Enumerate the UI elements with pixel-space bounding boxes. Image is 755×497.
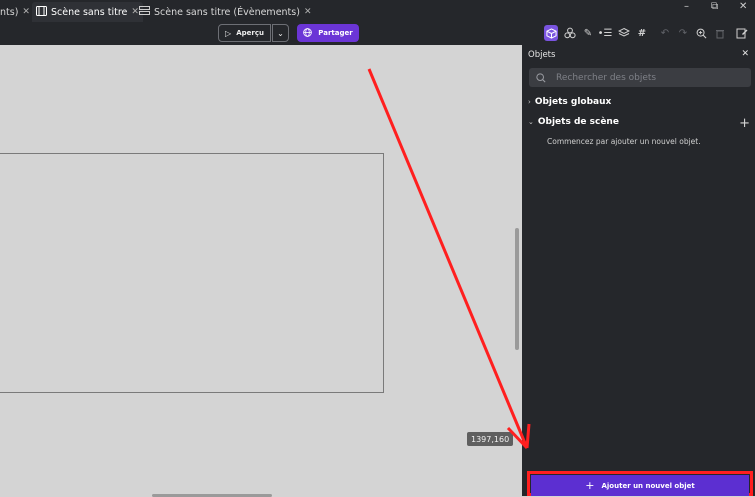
play-icon: ▷ (225, 28, 232, 38)
search-icon (536, 68, 546, 87)
grid-icon[interactable]: # (635, 25, 649, 41)
preview-button[interactable]: ▷ Aperçu (218, 24, 271, 42)
share-button[interactable]: Partager (297, 24, 359, 42)
objects-panel-icon[interactable] (544, 25, 558, 41)
edit-properties-icon[interactable] (735, 25, 749, 41)
undo-icon[interactable]: ↶ (658, 25, 672, 41)
object-groups-icon[interactable] (563, 25, 577, 41)
tab-label: Scène sans titre (51, 6, 128, 18)
vertical-scrollbar[interactable] (515, 228, 519, 350)
cursor-coordinates: 1397,160 (467, 432, 514, 446)
panel-title: Objets (528, 50, 556, 60)
tab-label: Scène sans titre (Évènements) (154, 6, 300, 18)
layers-list-icon[interactable]: •☰ (598, 25, 613, 41)
scene-bounds (0, 153, 384, 393)
tab-close-icon[interactable]: ✕ (22, 7, 30, 17)
scene-objects-label: Objets de scène (537, 117, 619, 127)
close-window-icon[interactable]: ✕ (739, 1, 747, 12)
search-box[interactable] (529, 68, 751, 87)
add-new-object-button[interactable]: + Ajouter un nouvel objet (531, 475, 749, 496)
global-objects-group[interactable]: › Objets globaux (528, 97, 611, 107)
scene-film-icon (36, 5, 47, 19)
events-list-icon (139, 5, 150, 19)
empty-objects-message: Commencez par ajouter un nouvel objet. (547, 137, 701, 146)
plus-icon: + (585, 479, 595, 492)
add-button-label: Ajouter un nouvel objet (601, 481, 695, 490)
tab-label: nts) (0, 6, 19, 18)
search-input[interactable] (554, 71, 738, 84)
tab-scene[interactable]: Scène sans titre ✕ (32, 2, 143, 22)
layers-icon[interactable] (617, 25, 631, 41)
chevron-down-icon: ⌄ (277, 28, 284, 38)
global-objects-label: Objets globaux (534, 97, 612, 107)
zoom-icon[interactable] (694, 25, 708, 41)
tab-events-partial[interactable]: nts) ✕ (0, 2, 36, 22)
redo-icon[interactable]: ↷ (676, 25, 690, 41)
restore-icon[interactable]: ⧉ (711, 1, 718, 12)
share-label: Partager (318, 29, 353, 37)
globe-icon (303, 27, 313, 39)
title-bar: nts) ✕ Scène sans titre ✕ Scène sans tit… (0, 0, 755, 23)
objects-panel: Objets ✕ › Objets globaux ⌄ Objets de sc… (522, 45, 755, 496)
chevron-right-icon: › (528, 98, 531, 106)
add-object-plus-icon[interactable]: + (739, 116, 750, 131)
tab-scene-events[interactable]: Scène sans titre (Évènements) ✕ (135, 2, 315, 22)
close-panel-icon[interactable]: ✕ (741, 49, 749, 59)
scene-objects-group[interactable]: ⌄ Objets de scène (528, 117, 619, 127)
tab-close-icon[interactable]: ✕ (304, 7, 312, 17)
chevron-down-icon: ⌄ (528, 118, 534, 126)
toolbar: ▷ Aperçu ⌄ Partager ✎ •☰ # ↶ ↷ (0, 22, 755, 46)
scene-canvas[interactable] (0, 45, 522, 497)
delete-icon[interactable] (713, 25, 727, 41)
minimize-icon[interactable]: – (684, 1, 689, 12)
preview-options-button[interactable]: ⌄ (272, 24, 289, 42)
edit-icon[interactable]: ✎ (581, 25, 595, 41)
preview-label: Aperçu (236, 29, 264, 37)
